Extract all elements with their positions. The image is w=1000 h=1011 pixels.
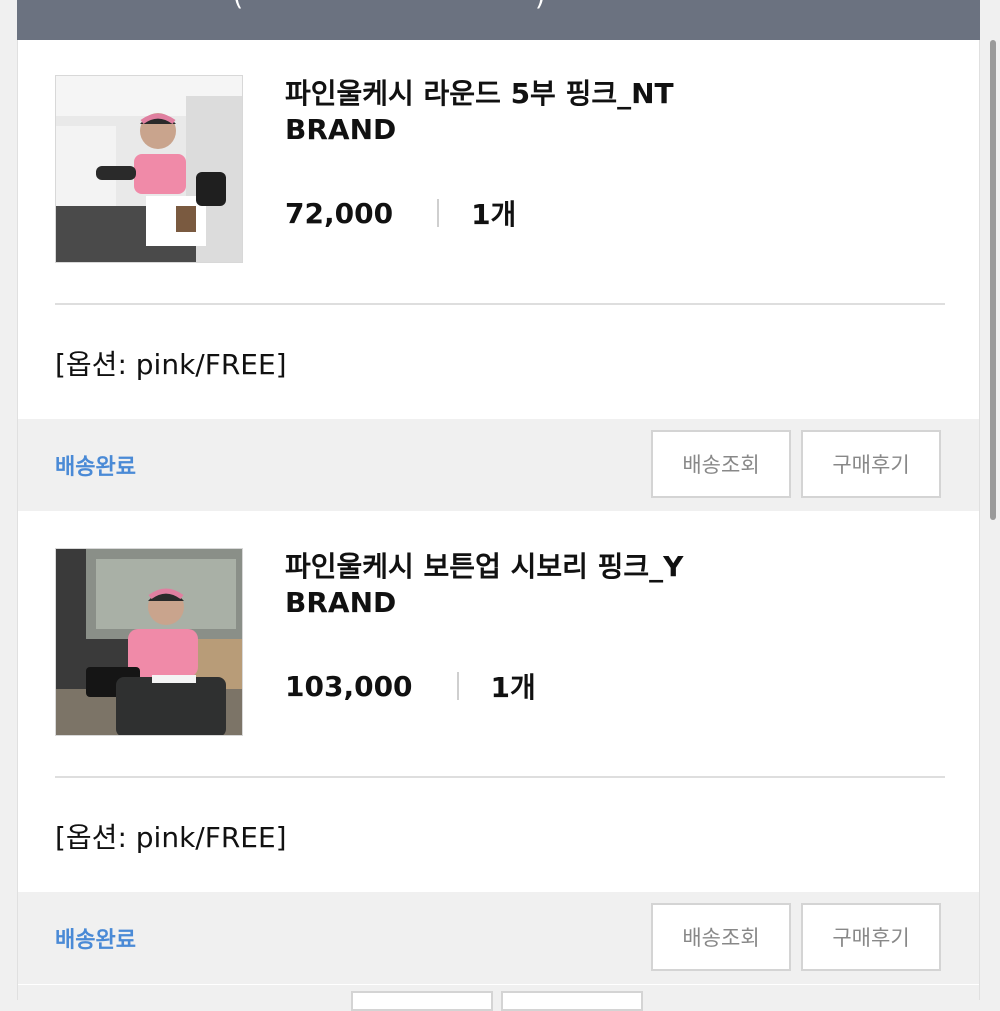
divider (55, 776, 945, 778)
product-title[interactable]: 파인울케시 보튼업 시보리 핑크_Y BRAND (285, 549, 905, 621)
header-fragment-left: ( (233, 0, 243, 12)
partial-button[interactable] (351, 991, 493, 1011)
product-image[interactable] (55, 75, 243, 263)
divider (55, 303, 945, 305)
write-review-button[interactable]: 구매후기 (801, 903, 941, 971)
write-review-button[interactable]: 구매후기 (801, 430, 941, 498)
product-option: [옵션: pink/FREE] (55, 348, 287, 381)
partial-button[interactable] (501, 991, 643, 1011)
track-delivery-button[interactable]: 배송조회 (651, 430, 791, 498)
product-brand: BRAND (285, 586, 397, 619)
product-quantity: 1개 (471, 198, 517, 231)
order-footer: 배송완료 배송조회 구매후기 (18, 892, 979, 984)
top-header-bar: ( ) (17, 0, 980, 40)
order-list: 파인울케시 라운드 5부 핑크_NT BRAND 72,000 1개 [옵션: … (17, 40, 980, 1011)
product-option: [옵션: pink/FREE] (55, 821, 287, 854)
product-quantity: 1개 (490, 671, 536, 704)
separator (437, 199, 440, 227)
product-title[interactable]: 파인울케시 라운드 5부 핑크_NT BRAND (285, 76, 905, 148)
price-quantity-row: 72,000 1개 (285, 193, 516, 233)
product-title-line1: 파인울케시 보튼업 시보리 핑크_Y (285, 550, 684, 583)
header-fragment-right: ) (535, 0, 545, 12)
order-footer: 배송완료 배송조회 구매후기 (18, 419, 979, 511)
product-title-line1: 파인울케시 라운드 5부 핑크_NT (285, 77, 674, 110)
product-photo-icon (56, 549, 242, 735)
product-brand: BRAND (285, 113, 397, 146)
separator (456, 672, 459, 700)
track-delivery-button[interactable]: 배송조회 (651, 903, 791, 971)
next-order-footer-peek (18, 985, 979, 1011)
scrollbar-thumb[interactable] (990, 40, 996, 520)
delivery-status: 배송완료 (55, 928, 136, 953)
product-price: 103,000 (285, 669, 413, 703)
product-image[interactable] (55, 548, 243, 736)
delivery-status: 배송완료 (55, 455, 136, 480)
product-photo-icon (56, 76, 242, 262)
price-quantity-row: 103,000 1개 (285, 666, 536, 706)
product-price: 72,000 (285, 196, 394, 230)
